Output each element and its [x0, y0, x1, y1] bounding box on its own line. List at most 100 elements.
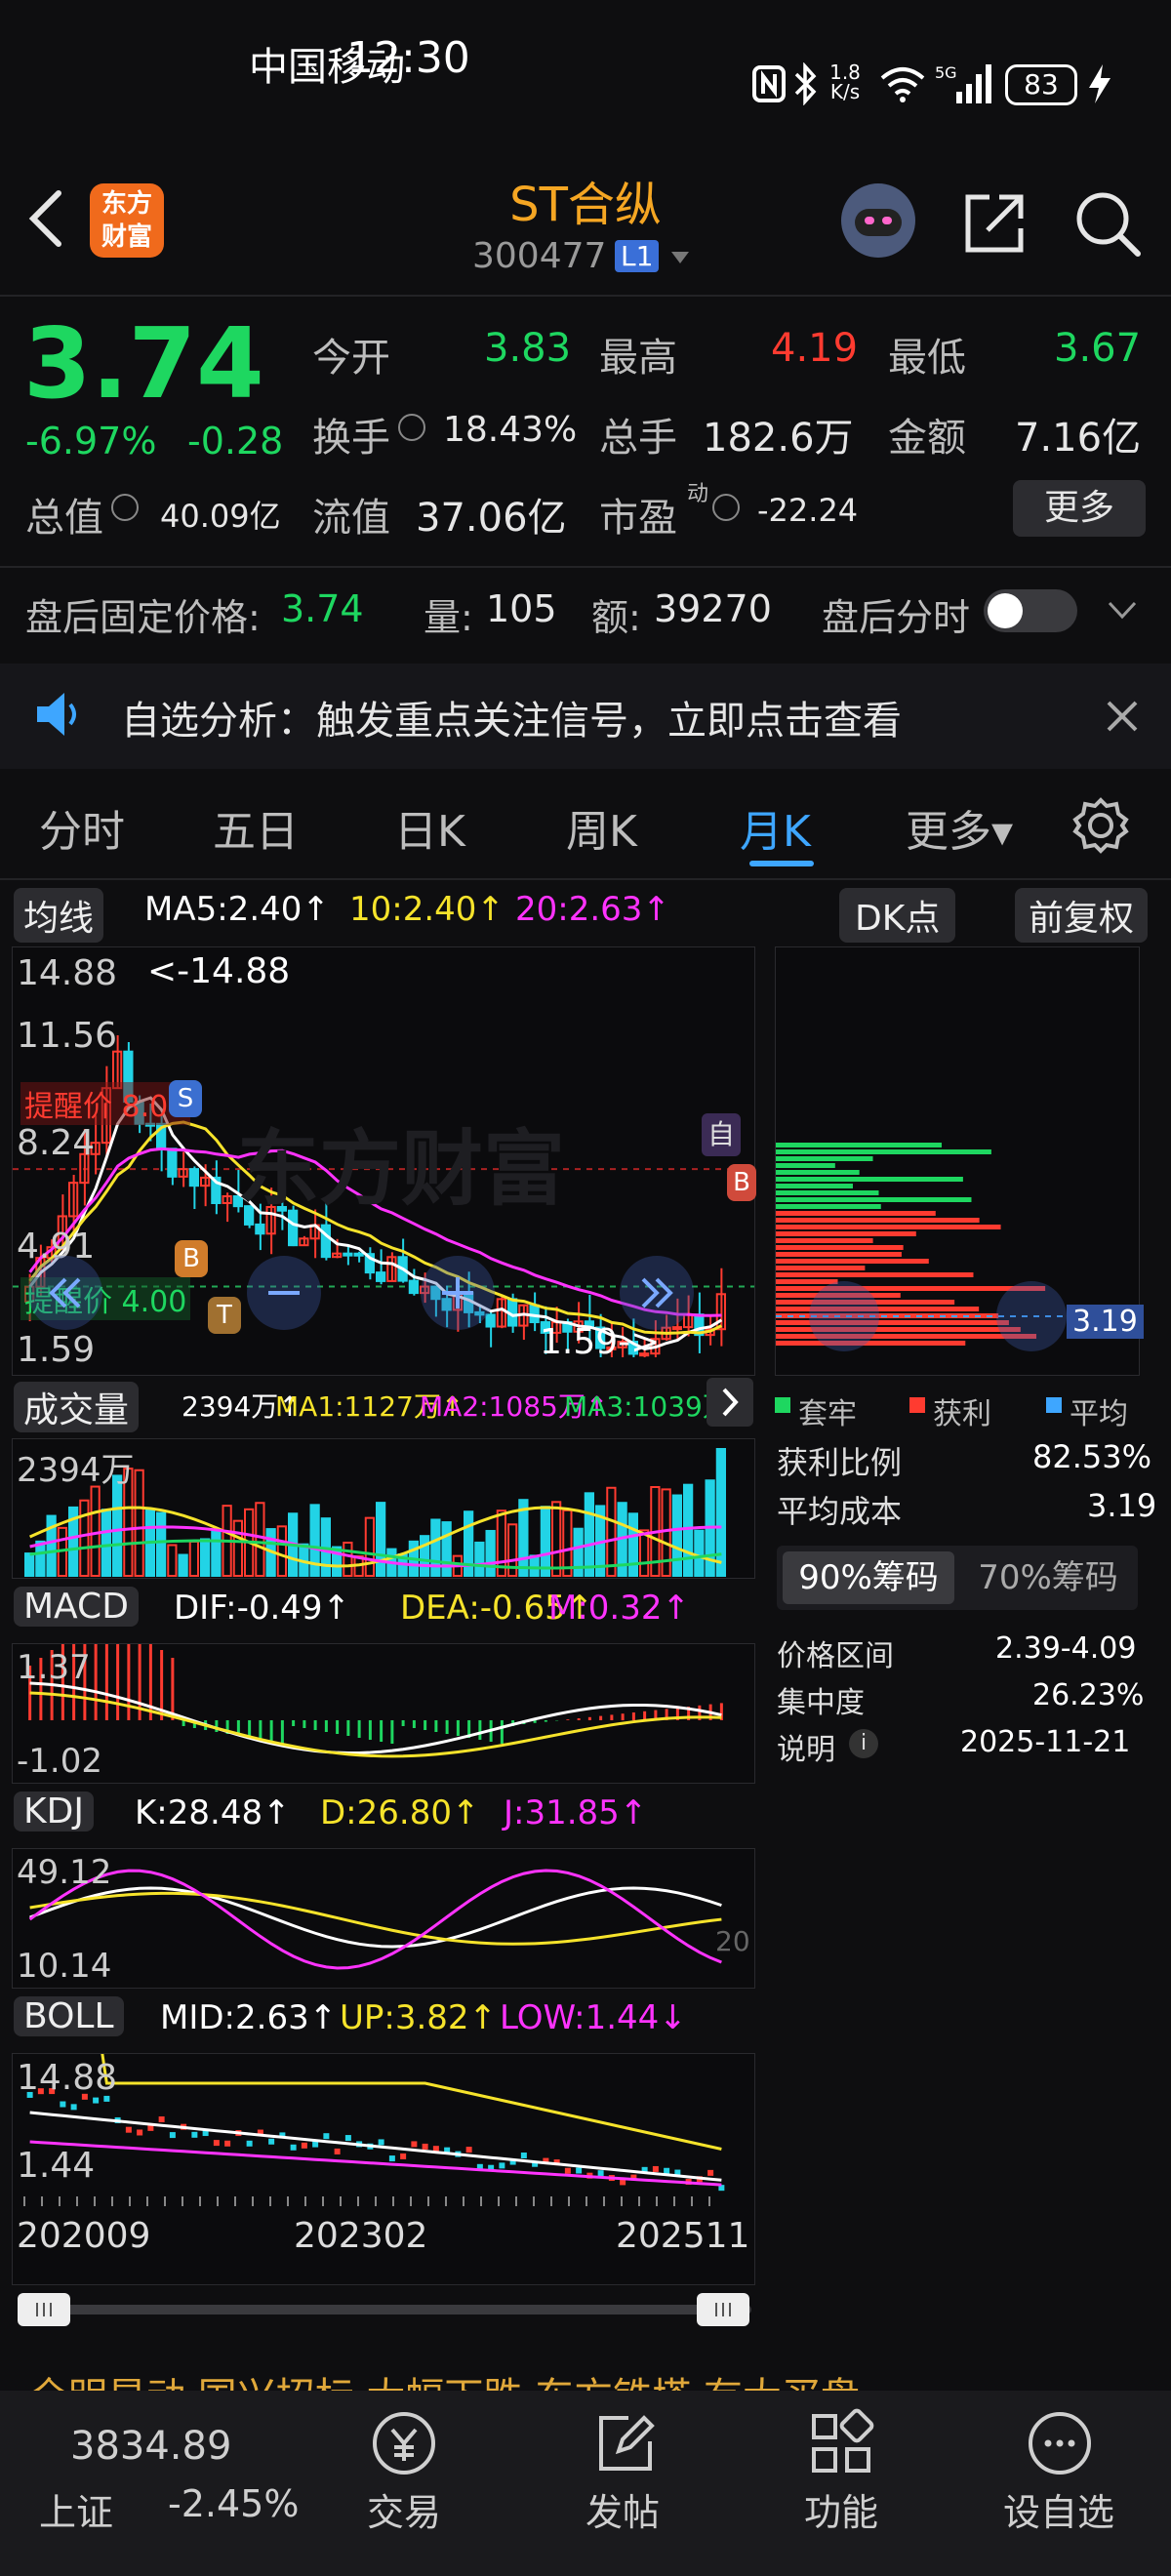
after-hours-toggle[interactable]: [984, 589, 1077, 632]
chip-distribution-chart[interactable]: 3.19: [775, 946, 1144, 1376]
tab-chip-90[interactable]: 90%筹码: [783, 1551, 954, 1604]
tab-monthly-k[interactable]: 月K: [740, 796, 811, 859]
buy-signal-marker[interactable]: B: [727, 1164, 756, 1201]
range-slider-left-handle[interactable]: [18, 2293, 70, 2326]
y-label: 2394万: [17, 1451, 135, 1490]
close-icon[interactable]: [1105, 699, 1140, 734]
zoom-out-button[interactable]: [247, 1256, 321, 1330]
volume-bar: [562, 1509, 573, 1577]
tab-intraday[interactable]: 分时: [39, 796, 125, 859]
apps-icon[interactable]: [806, 2408, 876, 2478]
legend-label: 套牢: [798, 1397, 857, 1431]
chip-bar: [776, 1266, 866, 1270]
notice-bar[interactable]: 自选分析：触发重点关注信号，立即点击查看: [0, 664, 1171, 769]
boll-indicator-select[interactable]: BOLL: [14, 1996, 124, 2036]
tab-chip-70[interactable]: 70%筹码: [962, 1551, 1134, 1604]
info-icon[interactable]: [398, 414, 425, 441]
kdj-chart[interactable]: 49.12 10.14 20: [12, 1848, 755, 1989]
macd-indicator-select[interactable]: MACD: [14, 1587, 139, 1627]
self-select-tag[interactable]: 自: [702, 1113, 741, 1156]
chevron-right-button[interactable]: [707, 1378, 753, 1427]
macd-chart[interactable]: 1.37 -1.02: [12, 1643, 755, 1784]
volume-bar: [200, 1538, 211, 1578]
post-icon[interactable]: [589, 2408, 660, 2478]
volume-bar: [343, 1541, 353, 1577]
tab-daily-k[interactable]: 日K: [394, 796, 465, 859]
chip-bar: [776, 1279, 838, 1284]
share-icon[interactable]: [960, 189, 1029, 258]
active-tab-indicator: [749, 861, 814, 866]
scroll-left-button[interactable]: [28, 1256, 102, 1330]
volume-chart[interactable]: 2394万: [12, 1438, 755, 1579]
volume-bar: [420, 1535, 430, 1577]
range-slider-track[interactable]: [18, 2305, 751, 2314]
alert-high-price[interactable]: 提醒价 8.00: [20, 1082, 191, 1125]
boll-candle: [334, 2148, 341, 2154]
candle-chart[interactable]: 东方财富 14.88 11.56 8.24 4.91 1.59 <-14.88 …: [12, 946, 756, 1376]
nav-post[interactable]: 发帖: [586, 2482, 660, 2536]
volume-bar: [167, 1544, 178, 1578]
chip-bar: [776, 1245, 904, 1250]
boll-candle: [576, 2167, 583, 2174]
nav-add-watchlist[interactable]: 设自选: [1003, 2482, 1114, 2536]
index-change[interactable]: -2.45%: [168, 2482, 299, 2525]
volume-bar: [529, 1554, 540, 1577]
turnover-label: 换手: [312, 416, 390, 461]
tab-five-day[interactable]: 五日: [213, 796, 299, 859]
level-badge: L1: [615, 240, 660, 272]
chevron-down-icon[interactable]: [669, 250, 691, 265]
info-icon[interactable]: [712, 494, 740, 521]
index-name[interactable]: 上证: [39, 2482, 113, 2536]
chip-bar: [776, 1211, 936, 1216]
tab-more[interactable]: 更多▾: [906, 796, 1013, 859]
chip-bar: [776, 1231, 916, 1236]
zoom-in-button[interactable]: [421, 1256, 495, 1330]
note-label: 说明: [777, 1733, 835, 1767]
x-label: 202009: [17, 2216, 151, 2256]
chip-bar: [776, 1259, 929, 1264]
trade-icon[interactable]: [369, 2408, 439, 2478]
volume-indicator-select[interactable]: 成交量: [14, 1382, 140, 1432]
volume-bar: [90, 1485, 101, 1577]
low-value: 3.67: [1054, 326, 1142, 371]
info-icon[interactable]: i: [849, 1729, 878, 1758]
after-hours-amt-label: 额:: [591, 596, 641, 639]
t-signal-marker[interactable]: T: [208, 1297, 241, 1334]
sell-signal-marker[interactable]: S: [169, 1080, 202, 1117]
kdj-j: J:31.85↑: [504, 1793, 648, 1832]
adjust-button[interactable]: 前复权: [1015, 888, 1149, 943]
nav-functions[interactable]: 功能: [804, 2482, 878, 2536]
turnover-value: 18.43%: [443, 410, 578, 450]
gear-icon[interactable]: [1071, 796, 1130, 855]
buy-signal-marker[interactable]: B: [175, 1240, 208, 1277]
tab-weekly-k[interactable]: 周K: [566, 796, 637, 859]
volume-bar: [694, 1529, 705, 1578]
kdj-indicator-select[interactable]: KDJ: [14, 1791, 94, 1831]
boll-mid-line: [29, 2111, 722, 2182]
robot-avatar-icon[interactable]: [841, 183, 915, 258]
scroll-right-button[interactable]: [620, 1256, 694, 1330]
chip-bar: [776, 1272, 974, 1277]
search-icon[interactable]: [1071, 187, 1144, 260]
scroll-button: [996, 1281, 1067, 1351]
index-value[interactable]: 3834.89: [70, 2424, 231, 2469]
info-icon[interactable]: [111, 494, 139, 521]
news-ticker[interactable]: 全明星动 国兴招标 大幅下跌 东方铁塔 有大买盘: [0, 2361, 1171, 2391]
ma5-value: MA5:2.40↑: [144, 890, 330, 929]
chip-bar: [776, 1252, 902, 1257]
chevron-down-icon[interactable]: [1107, 599, 1138, 623]
nav-trade[interactable]: 交易: [367, 2482, 441, 2536]
ma-indicator-select[interactable]: 均线: [14, 888, 104, 943]
candle-body: [320, 1224, 331, 1259]
range-slider-right-handle[interactable]: [697, 2293, 749, 2326]
boll-candle: [70, 2104, 77, 2111]
divider: [0, 566, 1171, 568]
period-tabs: 分时 五日 日K 周K 月K 更多▾: [0, 771, 1171, 878]
more-button[interactable]: 更多: [1013, 480, 1146, 537]
volume-bar: [232, 1519, 243, 1578]
dk-point-button[interactable]: DK点: [839, 888, 956, 943]
more-dots-icon[interactable]: [1025, 2408, 1095, 2478]
charging-icon: [1089, 64, 1110, 103]
volume-bar: [485, 1529, 496, 1577]
boll-chart[interactable]: 14.88 1.44 202009 202302 202511: [12, 2053, 755, 2285]
